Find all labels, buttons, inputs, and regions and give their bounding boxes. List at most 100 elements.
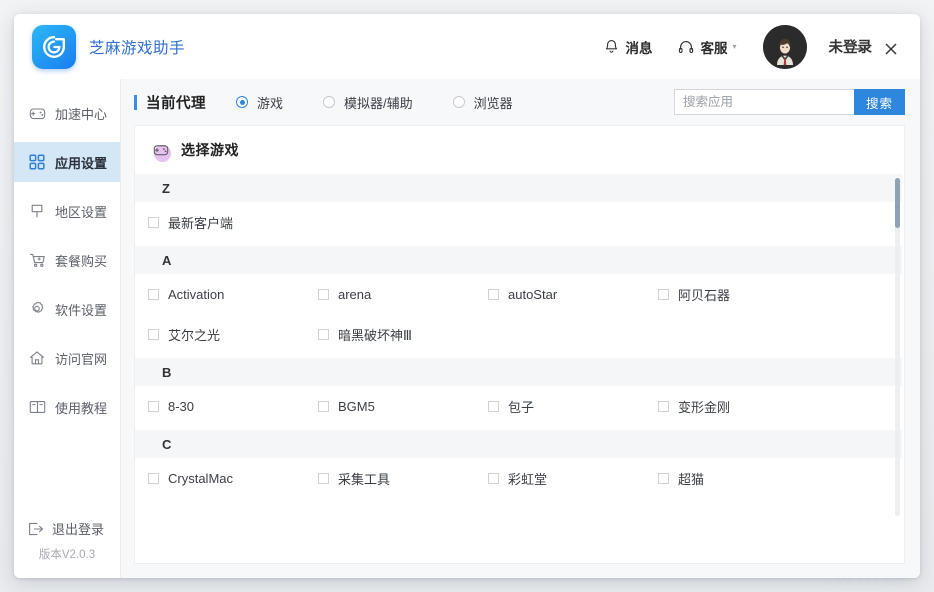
game-checkbox[interactable] (148, 401, 159, 412)
game-checkbox[interactable] (148, 329, 159, 340)
logout-label: 退出登录 (52, 519, 104, 538)
game-item-label: 包子 (508, 397, 534, 416)
game-item-label: 采集工具 (338, 469, 390, 488)
sidebar-spacer (14, 436, 120, 519)
game-checkbox[interactable] (318, 289, 329, 300)
title-bar: 芝麻游戏助手 消息 (14, 14, 920, 79)
group-header: C (135, 430, 902, 458)
game-item-label: autoStar (508, 287, 557, 302)
gamepad-icon (27, 106, 47, 121)
game-item[interactable]: 阿贝石器 (658, 285, 828, 304)
app-window: 芝麻游戏助手 消息 (14, 14, 920, 578)
game-item[interactable]: 超猫 (658, 469, 828, 488)
game-item-label: CrystalMac (168, 471, 233, 486)
radio-dot (323, 96, 335, 108)
current-proxy-label: 当前代理 (146, 92, 206, 113)
watermark-sub-text-2: WWW.KKX.NET (825, 577, 906, 587)
desktop-background: KK下载 ZHONGZHIJIA.NET WWW.KKX.NET 芝麻游戏助手 (0, 0, 934, 592)
sidebar-item-label: 地区设置 (55, 202, 107, 221)
sidebar-item-label: 使用教程 (55, 398, 107, 417)
radio-dot (453, 96, 465, 108)
sidebar-item-purchase[interactable]: 套餐购买 (14, 240, 120, 280)
sidebar-item-app-settings[interactable]: 应用设置 (14, 142, 120, 182)
game-item[interactable]: autoStar (488, 287, 658, 302)
game-checkbox[interactable] (658, 289, 669, 300)
game-item[interactable]: 最新客户端 (148, 213, 318, 232)
game-item[interactable]: CrystalMac (148, 471, 318, 486)
game-item-label: 彩虹堂 (508, 469, 547, 488)
group-rows: 最新客户端 (135, 202, 902, 246)
game-item[interactable]: BGM5 (318, 399, 488, 414)
radio-emulator[interactable]: 模拟器/辅助 (323, 93, 413, 112)
game-item[interactable]: 8-30 (148, 399, 318, 414)
sidebar-item-software-settings[interactable]: 软件设置 (14, 289, 120, 329)
gear-icon (27, 301, 47, 317)
game-checkbox[interactable] (148, 473, 159, 484)
list-row: CrystalMac 采集工具 彩虹堂 超猫 (135, 458, 902, 498)
game-checkbox[interactable] (318, 473, 329, 484)
support-button[interactable]: 客服 ▾ (678, 37, 736, 57)
app-logo (32, 25, 76, 69)
game-item[interactable]: 采集工具 (318, 469, 488, 488)
game-item[interactable]: 艾尔之光 (148, 325, 318, 344)
sidebar-item-label: 软件设置 (55, 300, 107, 319)
search-group: 搜索 (674, 89, 905, 115)
gamepad-add-icon (149, 138, 173, 162)
game-item[interactable]: Activation (148, 287, 318, 302)
radio-game[interactable]: 游戏 (236, 93, 283, 112)
game-checkbox[interactable] (318, 329, 329, 340)
game-checkbox[interactable] (318, 401, 329, 412)
sidebar-item-official-site[interactable]: 访问官网 (14, 338, 120, 378)
game-item[interactable]: 彩虹堂 (488, 469, 658, 488)
search-input[interactable] (674, 89, 854, 115)
toolbar-accent-bar (134, 95, 137, 110)
game-item-label: 暗黑破坏神Ⅲ (338, 325, 412, 344)
game-checkbox[interactable] (488, 401, 499, 412)
sidebar-item-label: 套餐购买 (55, 251, 107, 270)
radio-label: 模拟器/辅助 (344, 93, 413, 112)
avatar[interactable] (763, 25, 807, 69)
logout-button[interactable]: 退出登录 (14, 519, 120, 538)
user-avatar-icon (763, 25, 807, 69)
game-item-label: 艾尔之光 (168, 325, 220, 344)
card-header: 选择游戏 (135, 126, 904, 174)
search-button[interactable]: 搜索 (854, 89, 905, 115)
group-rows: CrystalMac 采集工具 彩虹堂 超猫 (135, 458, 902, 502)
list-row: Activationarena autoStar 阿贝石器 (135, 274, 902, 314)
game-item[interactable]: 包子 (488, 397, 658, 416)
game-item-label: BGM5 (338, 399, 375, 414)
list-scrollbar[interactable] (895, 178, 900, 516)
radio-label: 游戏 (257, 93, 283, 112)
radio-browser[interactable]: 浏览器 (453, 93, 513, 112)
game-item[interactable]: 暗黑破坏神Ⅲ (318, 325, 488, 344)
minimize-button[interactable] (846, 36, 876, 62)
close-button[interactable] (876, 36, 906, 62)
game-checkbox[interactable] (658, 473, 669, 484)
sidebar-item-tutorial[interactable]: 使用教程 (14, 387, 120, 427)
list-row: 8-30 BGM5 包子 变形金刚 (135, 386, 902, 426)
cart-icon (27, 252, 47, 268)
game-checkbox[interactable] (488, 473, 499, 484)
game-checkbox[interactable] (488, 289, 499, 300)
grid-icon (27, 154, 47, 170)
sidebar-item-accelerate[interactable]: 加速中心 (14, 93, 120, 133)
game-item-label: 8-30 (168, 399, 194, 414)
scrollbar-thumb[interactable] (895, 178, 900, 228)
group-header: A (135, 246, 902, 274)
radio-label: 浏览器 (474, 93, 513, 112)
sidebar-item-region-settings[interactable]: 地区设置 (14, 191, 120, 231)
game-list-scroll-area[interactable]: Z最新客户端AActivationarenaautoStar阿贝石器艾尔之光暗黑… (135, 174, 904, 563)
group-rows: 8-30 BGM5 包子 变形金刚 (135, 386, 902, 430)
radio-dot (236, 96, 248, 108)
game-item[interactable]: arena (318, 287, 488, 302)
messages-label: 消息 (625, 37, 652, 57)
game-checkbox[interactable] (658, 401, 669, 412)
list-row: 艾尔之光 暗黑破坏神Ⅲ (135, 314, 902, 354)
messages-button[interactable]: 消息 (604, 37, 652, 57)
version-label: 版本V2.0.3 (14, 546, 120, 578)
game-checkbox[interactable] (148, 217, 159, 228)
sidebar-item-label: 应用设置 (55, 153, 107, 172)
game-item[interactable]: 变形金刚 (658, 397, 828, 416)
window-controls (846, 36, 906, 62)
game-checkbox[interactable] (148, 289, 159, 300)
